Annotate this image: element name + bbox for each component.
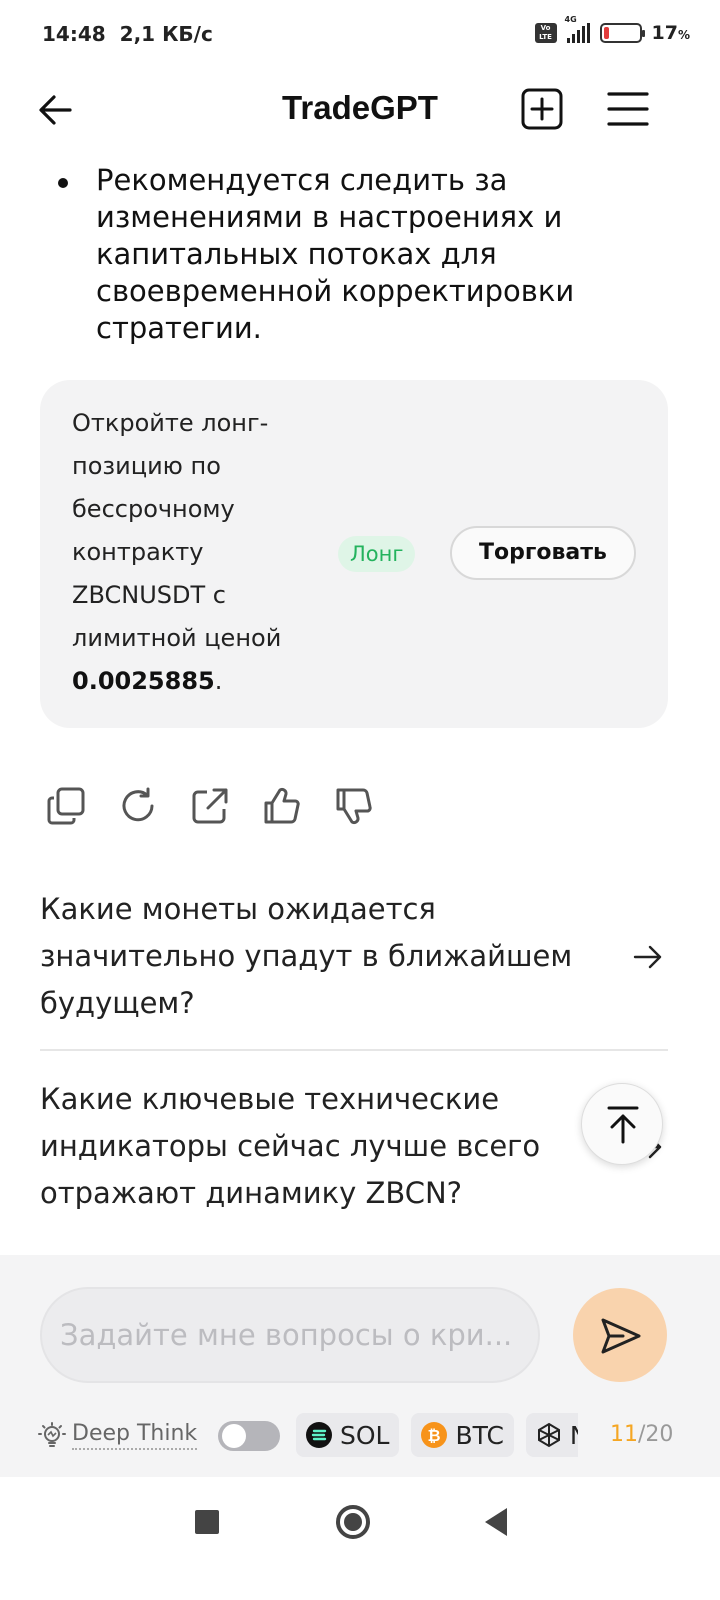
- back-button[interactable]: [485, 1508, 507, 1536]
- suggestion-text: Какие ключевые технические индикаторы се…: [40, 1082, 541, 1210]
- trade-card: Откройте лонг-позицию по бессрочному кон…: [40, 380, 668, 728]
- coin-chip-n[interactable]: N: [525, 1413, 578, 1457]
- message-actions: [46, 786, 374, 826]
- suggestion-item[interactable]: Какие монеты ожидается значительно упаду…: [40, 886, 668, 1027]
- app-header: TradeGPT: [0, 75, 720, 145]
- coin-icon: [535, 1422, 562, 1448]
- suggestion-item[interactable]: Какие ключевые технические индикаторы се…: [40, 1076, 668, 1217]
- bullet-dot: [58, 178, 68, 188]
- network-type: 4G: [564, 15, 577, 24]
- copy-icon[interactable]: [46, 786, 86, 826]
- home-button[interactable]: [336, 1505, 370, 1539]
- send-button[interactable]: [573, 1288, 667, 1382]
- thumbs-down-icon[interactable]: [334, 786, 374, 826]
- composer: Deep Think SOL ₿ BTC N: [0, 1255, 720, 1477]
- deep-think-label: Deep Think: [72, 1421, 198, 1450]
- svg-text:₿: ₿: [428, 1426, 441, 1445]
- send-icon: [601, 1318, 641, 1354]
- deep-think-option[interactable]: Deep Think: [38, 1421, 198, 1450]
- coin-chip-sol[interactable]: SOL: [296, 1413, 400, 1457]
- bullet-text: Рекомендуется следить за изменениями в н…: [96, 163, 575, 345]
- arrow-up-icon: [607, 1106, 639, 1144]
- trade-price: 0.0025885: [72, 667, 215, 695]
- btc-icon: ₿: [421, 1422, 448, 1448]
- battery-fill: [603, 27, 610, 39]
- sol-icon: [306, 1422, 332, 1448]
- volte-icon: Vo LTE: [534, 23, 557, 43]
- deep-think-toggle[interactable]: [218, 1421, 280, 1451]
- regenerate-icon[interactable]: [118, 786, 158, 826]
- menu-icon[interactable]: [606, 89, 650, 129]
- system-nav-bar: [0, 1477, 720, 1600]
- lightbulb-icon: [38, 1421, 66, 1447]
- trade-text: Откройте лонг-позицию по бессрочному кон…: [72, 409, 282, 652]
- status-bar: 14:48 2,1 КБ/с Vo LTE 4G 17%: [0, 0, 720, 70]
- signal-icon: 4G: [565, 15, 590, 43]
- status-time: 14:48: [42, 22, 106, 46]
- new-chat-icon[interactable]: [520, 87, 564, 131]
- scroll-to-top-button[interactable]: [581, 1083, 663, 1165]
- long-badge: Лонг: [338, 536, 416, 572]
- message-bullet: Рекомендуется следить за изменениями в н…: [58, 162, 678, 347]
- trade-description: Откройте лонг-позицию по бессрочному кон…: [72, 409, 282, 695]
- status-left: 14:48 2,1 КБ/с: [42, 22, 213, 46]
- divider: [40, 1049, 668, 1051]
- suggestion-text: Какие монеты ожидается значительно упаду…: [40, 892, 573, 1020]
- question-counter: 11/20: [610, 1422, 674, 1447]
- coin-chip-btc[interactable]: ₿ BTC: [411, 1413, 514, 1457]
- arrow-right-icon: [633, 945, 662, 969]
- toggle-knob: [222, 1424, 246, 1448]
- status-speed: 2,1 КБ/с: [119, 22, 213, 46]
- recents-button[interactable]: [195, 1510, 219, 1534]
- share-icon[interactable]: [190, 786, 230, 826]
- battery-icon: [599, 23, 645, 43]
- battery-percent: 17%: [651, 22, 690, 44]
- composer-toolbar: Deep Think SOL ₿ BTC N: [38, 1413, 678, 1463]
- status-right: Vo LTE 4G 17%: [534, 15, 690, 44]
- coin-chips: SOL ₿ BTC N: [296, 1413, 578, 1459]
- thumbs-up-icon[interactable]: [262, 786, 302, 826]
- chat-input[interactable]: [40, 1287, 540, 1383]
- trade-button[interactable]: Торговать: [450, 526, 636, 580]
